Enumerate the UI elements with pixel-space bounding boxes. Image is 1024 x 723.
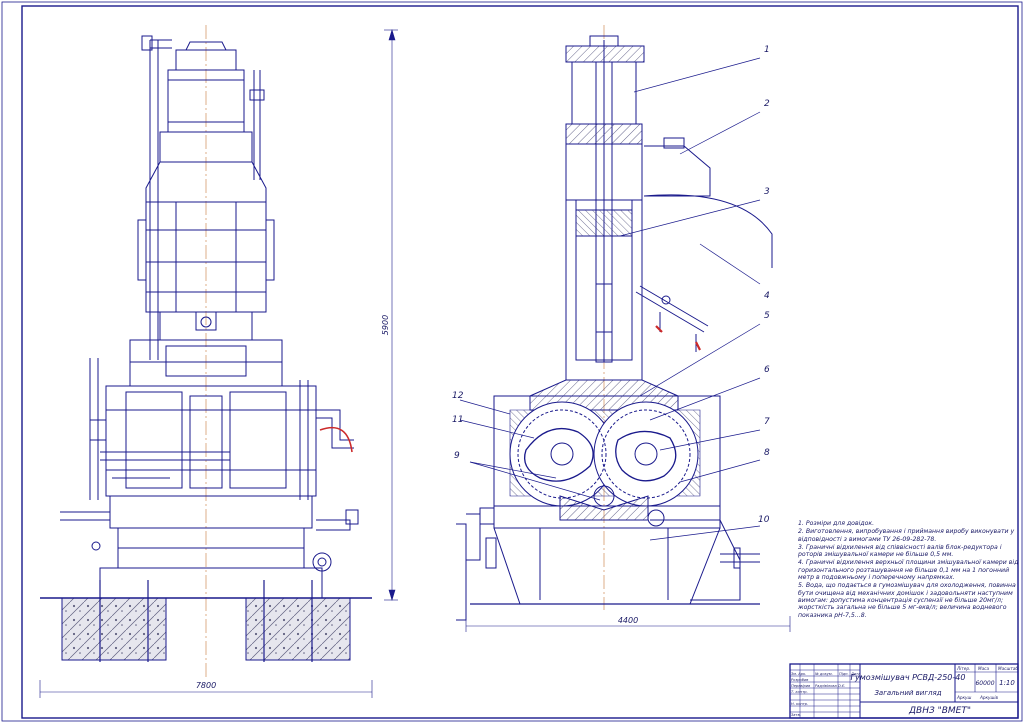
stamp-sign-label: Підп. (839, 672, 849, 676)
organization: ДВНЗ "ВМЕТ" (908, 706, 971, 716)
callout-7: 7 (764, 417, 770, 427)
callout-2: 2 (764, 99, 770, 109)
stamp-mass-value: 60000 (975, 680, 994, 687)
stamp-doc-label: № докум. (814, 672, 833, 676)
callout-6: 6 (764, 365, 770, 375)
dimension-width-side: 4400 (618, 616, 638, 625)
stamp-change-label: Зм. Арк. (791, 672, 806, 676)
callout-5: 5 (764, 311, 770, 321)
callout-4: 4 (764, 291, 770, 301)
stamp-developed-label: Розробив (791, 678, 808, 682)
stamp-sheets-label: Аркушів (979, 695, 999, 700)
front-view (60, 25, 359, 680)
callout-11: 11 (452, 415, 463, 425)
drawing-title: Гумозмішувач РСВД-250-40 (851, 673, 966, 682)
note-4: 4. Граничні відхилення верхньої площини … (798, 559, 1019, 582)
note-3: 3. Граничні відхилення від співвісності … (798, 543, 1002, 559)
section-accent (655, 325, 701, 351)
dimension-width-front: 7800 (196, 681, 216, 690)
stamp-approved-label: Затв. (791, 713, 801, 717)
note-1: 1. Розміри для довідок. (798, 520, 875, 527)
drawing-subtitle: Загальний вигляд (874, 689, 941, 697)
callout-12: 12 (452, 391, 464, 401)
stamp-scale-label: Масштаб (998, 666, 1018, 671)
stamp-checker-name: Радзівілова О.Є. (815, 684, 845, 688)
callout-8: 8 (764, 448, 770, 458)
stamp-checked-label: Перевірив (791, 684, 810, 688)
callout-3: 3 (764, 187, 770, 197)
note-2: 2. Виготовлення, випробування і прийманн… (798, 528, 1015, 543)
callout-1: 1 (764, 45, 770, 55)
stamp-mass-label: Маса (978, 666, 989, 671)
stamp-litera-label: Літер. (956, 666, 970, 671)
stamp-date-label: Дата (850, 672, 860, 676)
callout-9: 9 (454, 451, 460, 461)
note-5: 5. Вода, що подається в гумозмішувач для… (798, 582, 1016, 619)
dimension-height: 5900 (381, 315, 390, 335)
stamp-sheet-label: Аркуш (956, 695, 972, 700)
technical-notes: 1. Розміри для довідок. 2. Виготовлення,… (798, 520, 1020, 630)
callout-10: 10 (758, 515, 770, 525)
stamp-tcontrol-label: Т. контр. (791, 690, 808, 694)
stamp-ncontrol-label: Н. контр. (791, 702, 808, 706)
stamp-scale-value: 1:10 (999, 679, 1015, 687)
title-block-text: Гумозмішувач РСВД-250-40 Загальний вигля… (791, 666, 1018, 717)
